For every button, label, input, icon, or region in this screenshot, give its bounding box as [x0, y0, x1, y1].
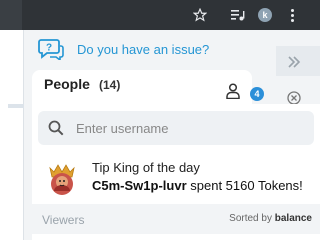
browser-toolbar: k	[0, 0, 320, 30]
help-chat-icon: ?	[38, 38, 64, 62]
crowned-avatar-icon[interactable]	[42, 158, 82, 198]
viewers-label: Viewers	[42, 213, 85, 227]
close-circle-icon[interactable]	[287, 91, 301, 105]
notification-badge[interactable]: 4	[250, 87, 264, 101]
tab-people[interactable]: People (14)	[32, 70, 252, 104]
tab-people-count: (14)	[99, 78, 121, 92]
profile-initial: k	[258, 8, 272, 22]
search-box[interactable]	[38, 111, 314, 145]
people-list: Tip King of the day C5m-Sw1p-luvr spent …	[32, 104, 320, 240]
help-link[interactable]: Do you have an issue?	[77, 42, 209, 57]
viewers-header: Viewers Sorted by balance	[32, 204, 320, 234]
tip-king-title: Tip King of the day	[92, 160, 200, 175]
search-input[interactable]	[76, 111, 306, 145]
tip-king-amount: spent 5160 Tokens!	[186, 178, 303, 193]
star-icon[interactable]	[192, 7, 208, 23]
chat-panel: ? Do you have an issue? People (14) 4 En…	[24, 30, 320, 240]
kebab-menu-icon[interactable]	[284, 7, 300, 23]
browser-left-pane	[0, 0, 22, 30]
search-icon	[48, 120, 64, 136]
page-divider	[8, 104, 24, 108]
media-queue-icon[interactable]	[230, 7, 246, 23]
tab-bar: People (14)	[24, 70, 320, 104]
profile-avatar[interactable]: k	[257, 7, 273, 23]
tip-king-detail: C5m-Sw1p-luvr spent 5160 Tokens!	[92, 178, 303, 193]
page-left-strip	[0, 30, 24, 240]
tab-people-label: People	[44, 76, 90, 92]
double-chevron-right-icon[interactable]	[286, 54, 302, 70]
sort-control[interactable]: Sorted by balance	[229, 213, 312, 224]
sort-prefix: Sorted by	[229, 213, 275, 224]
tip-king-username[interactable]: C5m-Sw1p-luvr	[92, 178, 187, 193]
svg-text:?: ?	[46, 43, 52, 54]
user-icon[interactable]	[226, 83, 240, 100]
sort-value[interactable]: balance	[275, 213, 312, 224]
tip-king-row: Tip King of the day C5m-Sw1p-luvr spent …	[32, 156, 320, 200]
